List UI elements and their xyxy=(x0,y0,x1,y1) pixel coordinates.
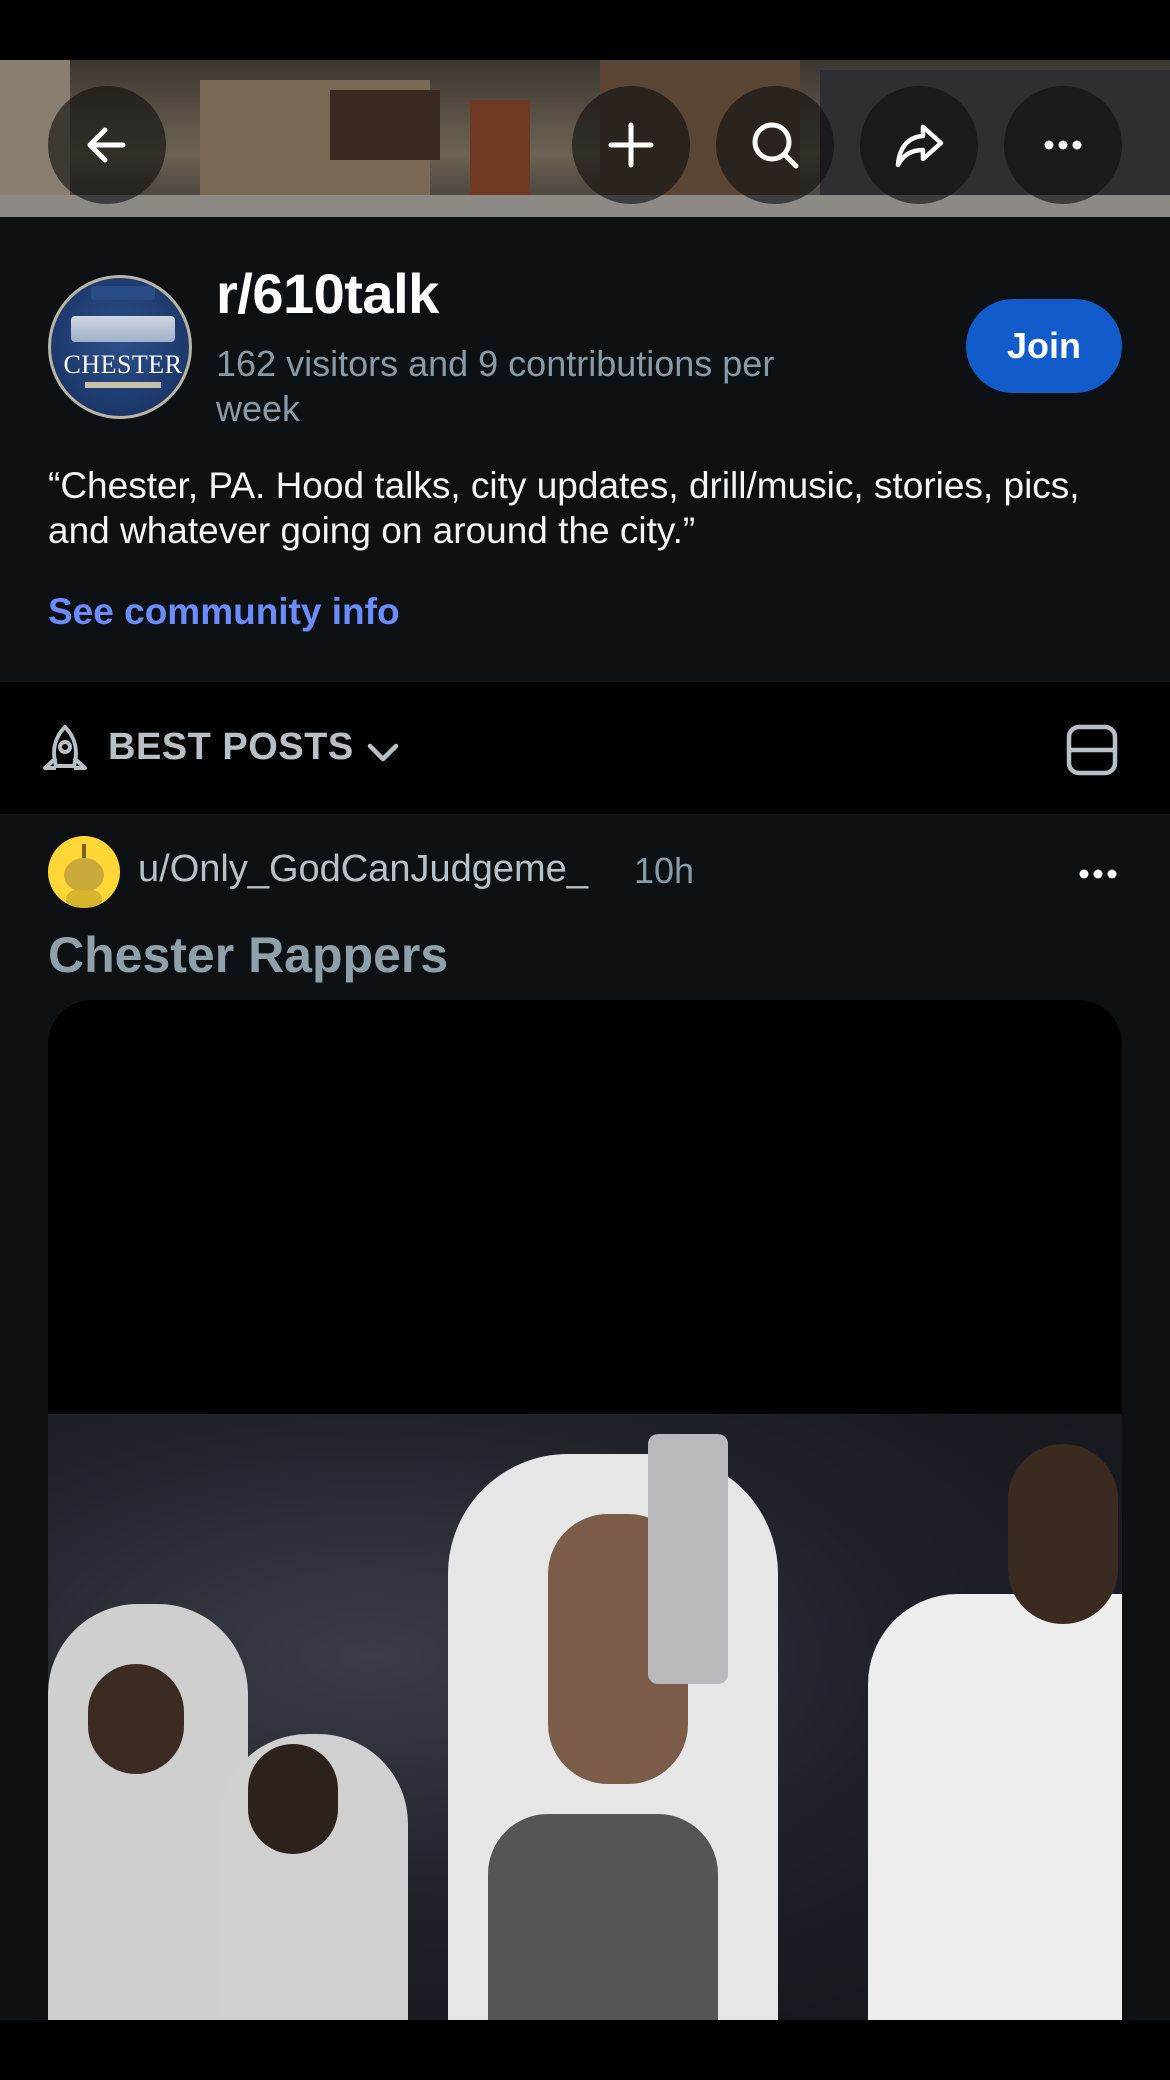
bottom-bar xyxy=(0,2020,1170,2080)
search-icon xyxy=(752,122,799,169)
community-name[interactable]: r/610talk xyxy=(216,261,439,326)
status-bar xyxy=(0,0,1170,60)
back-button[interactable] xyxy=(48,86,166,204)
sort-bar: BEST POSTS xyxy=(0,682,1170,814)
community-stats: 162 visitors and 9 contributions per wee… xyxy=(216,343,775,429)
post-time: 10h xyxy=(634,850,695,891)
card-view-icon[interactable] xyxy=(1064,722,1120,778)
plus-icon xyxy=(608,122,654,168)
see-community-info-link[interactable]: See community info xyxy=(48,591,400,633)
community-avatar: CHESTER xyxy=(48,275,192,419)
community-description: “Chester, PA. Hood talks, city updates, … xyxy=(48,465,1080,551)
create-post-button[interactable] xyxy=(572,86,690,204)
join-button[interactable]: Join xyxy=(966,299,1122,393)
more-horizontal-icon[interactable] xyxy=(1070,846,1126,902)
back-arrow-icon xyxy=(87,127,126,163)
sort-label[interactable]: BEST POSTS xyxy=(108,726,354,769)
rocket-icon[interactable] xyxy=(36,722,94,780)
post-card[interactable]: u/Only_GodCanJudgeme_ 10h Chester Rapper… xyxy=(0,814,1170,2020)
share-icon xyxy=(895,124,944,168)
video-frame xyxy=(48,1414,1122,2020)
search-button[interactable] xyxy=(716,86,834,204)
more-options-button[interactable] xyxy=(1004,86,1122,204)
post-title[interactable]: Chester Rappers xyxy=(48,926,448,984)
post-video[interactable] xyxy=(48,1000,1122,2020)
chevron-down-icon[interactable] xyxy=(364,734,402,772)
share-button[interactable] xyxy=(860,86,978,204)
user-avatar[interactable] xyxy=(48,836,120,908)
post-username[interactable]: u/Only_GodCanJudgeme_ xyxy=(138,848,588,891)
more-horizontal-icon xyxy=(1044,140,1082,150)
avatar-text: CHESTER xyxy=(63,350,183,379)
community-header: CHESTER r/610talk 162 visitors and 9 con… xyxy=(0,217,1170,682)
